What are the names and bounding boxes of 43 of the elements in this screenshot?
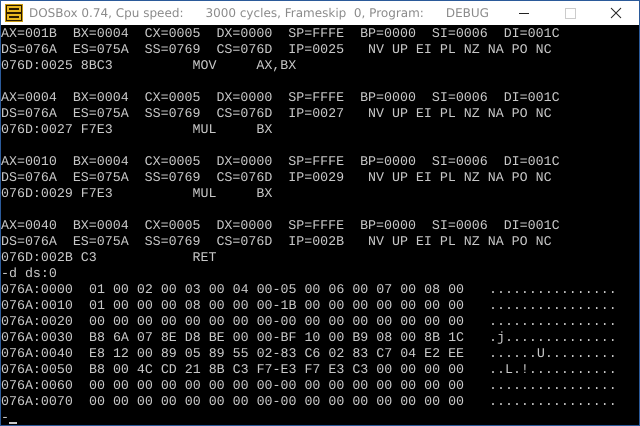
- instruction-line: 076D:0027 F7E3 MUL BX: [1, 122, 272, 138]
- dump-bytes: E8 12 00 89 05 89 55 02-83 C6 02 83 C7 04 E2 EE: [89, 346, 466, 362]
- instruction-line: 076D:002B C3 RET: [1, 250, 216, 266]
- segment-flags-line: DS=076A ES=075A SS=0769 CS=076D IP=0029 NV UP EI PL NZ NA PO NC: [1, 170, 552, 186]
- dump-address: 076A:0040: [1, 346, 74, 362]
- command-line: -d ds:0: [1, 266, 57, 282]
- dump-ascii: ................: [489, 314, 617, 330]
- register-line: AX=0040 BX=0004 CX=0005 DX=0000 SP=FFFE BP=0000 SI=0006 DI=001C: [1, 218, 560, 234]
- dump-ascii: ................: [489, 298, 617, 314]
- dump-address: 076A:0000: [1, 282, 74, 298]
- dump-bytes: 01 00 02 00 03 00 04 00-05 00 06 00 07 00 08 00: [89, 282, 466, 298]
- window-title: DEBUG: [446, 6, 489, 20]
- segment-flags-line: DS=076A ES=075A SS=0769 CS=076D IP=0027 NV UP EI PL NZ NA PO NC: [1, 106, 552, 122]
- dump-address: 076A:0020: [1, 314, 74, 330]
- text-cursor: [8, 422, 17, 424]
- dump-bytes: 00 00 00 00 00 00 00 00-00 00 00 00 00 00 00 00: [89, 314, 466, 330]
- prompt: -: [1, 410, 9, 425]
- segment-flags-line: DS=076A ES=075A SS=0769 CS=076D IP=0025 NV UP EI PL NZ NA PO NC: [1, 42, 552, 58]
- dump-ascii: ......U.........: [489, 346, 617, 362]
- instruction-line: 076D:0025 8BC3 MOV AX,BX: [1, 58, 296, 74]
- dump-address: 076A:0030: [1, 330, 74, 346]
- dump-bytes: 00 00 00 00 00 00 00 00-00 00 00 00 00 00 00 00: [89, 394, 466, 410]
- register-line: AX=0004 BX=0004 CX=0005 DX=0000 SP=FFFE BP=0000 SI=0006 DI=001C: [1, 90, 560, 106]
- dump-bytes: 01 00 00 00 08 00 00 00-1B 00 00 00 00 00 00 00: [89, 298, 466, 314]
- dump-ascii: .j..............: [489, 330, 617, 346]
- dump-address: 076A:0050: [1, 362, 74, 378]
- dump-ascii: ..L.!...........: [489, 362, 617, 378]
- dump-bytes: B8 6A 07 8E D8 BE 00 00-BF 10 00 B9 08 00 8B 1C: [89, 330, 466, 346]
- window-title: 3000 cycles, Frameskip 0, Program:: [205, 6, 424, 20]
- segment-flags-line: DS=076A ES=075A SS=0769 CS=076D IP=002B NV UP EI PL NZ NA PO NC: [1, 234, 552, 250]
- dump-address: 076A:0010: [1, 298, 74, 314]
- register-line: AX=001B BX=0004 CX=0005 DX=0000 SP=FFFE BP=0000 SI=0006 DI=001C: [1, 26, 560, 42]
- dump-ascii: ................: [489, 282, 617, 298]
- dump-ascii: ................: [489, 394, 617, 410]
- dosbox-logo-icon: [5, 4, 23, 22]
- window-title: DOSBox 0.74, Cpu speed:: [29, 6, 184, 20]
- dump-bytes: 00 00 00 00 00 00 00 00-00 00 00 00 00 00 00 00: [89, 378, 466, 394]
- dump-address: 076A:0060: [1, 378, 74, 394]
- dump-bytes: B8 00 4C CD 21 8B C3 F7-E3 F7 E3 C3 00 00 00 00: [89, 362, 466, 378]
- register-line: AX=0010 BX=0004 CX=0005 DX=0000 SP=FFFE BP=0000 SI=0006 DI=001C: [1, 154, 560, 170]
- dump-ascii: ................: [489, 378, 617, 394]
- instruction-line: 076D:0029 F7E3 MUL BX: [1, 186, 272, 202]
- dump-address: 076A:0070: [1, 394, 74, 410]
